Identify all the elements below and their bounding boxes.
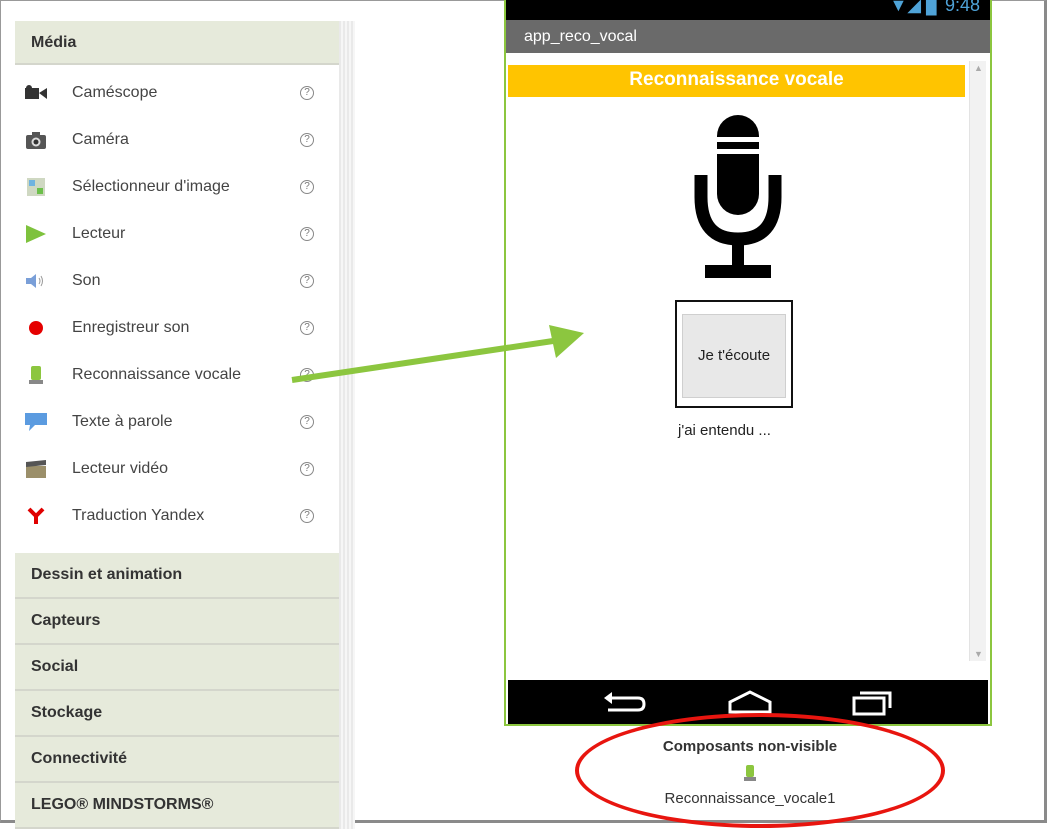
screen-title-label[interactable]: Reconnaissance vocale xyxy=(508,65,965,97)
item-label: Enregistreur son xyxy=(72,318,190,336)
help-icon[interactable]: ? xyxy=(300,320,314,335)
speech-bubble-icon xyxy=(24,410,48,434)
category-drawing-animation[interactable]: Dessin et animation xyxy=(15,553,339,599)
item-label: Traduction Yandex xyxy=(72,506,205,524)
home-icon xyxy=(728,690,772,714)
image-picker-icon xyxy=(24,175,48,199)
camcorder-icon xyxy=(24,81,48,105)
item-label: Texte à parole xyxy=(72,412,173,430)
item-label: Lecteur vidéo xyxy=(72,459,169,477)
category-connectivity[interactable]: Connectivité xyxy=(15,737,339,783)
help-icon[interactable]: ? xyxy=(300,508,314,523)
category-social[interactable]: Social xyxy=(15,645,339,691)
item-label: Caméscope xyxy=(72,83,158,101)
palette-item-sound-recorder[interactable]: Enregistreur son ? xyxy=(15,304,339,351)
palette-splitter[interactable] xyxy=(339,21,355,829)
app-title-bar: app_reco_vocal xyxy=(506,20,990,53)
record-icon xyxy=(24,316,48,340)
palette-item-player[interactable]: Lecteur ? xyxy=(15,210,339,257)
category-sensors[interactable]: Capteurs xyxy=(15,599,339,645)
help-icon[interactable]: ? xyxy=(300,179,314,194)
category-media[interactable]: Média xyxy=(15,21,339,65)
clapperboard-icon xyxy=(24,457,48,481)
listen-button[interactable]: Je t'écoute xyxy=(682,314,786,398)
speech-recognizer-icon xyxy=(24,363,48,387)
help-icon[interactable]: ? xyxy=(300,226,314,241)
palette-item-sound[interactable]: Son ? xyxy=(15,257,339,304)
speaker-icon xyxy=(24,269,48,293)
phone-preview: ▼◢ ▊ 9:48 app_reco_vocal Reconnaissance … xyxy=(504,0,992,726)
back-icon xyxy=(604,692,646,712)
item-label: Sélectionneur d'image xyxy=(72,177,230,195)
help-icon[interactable]: ? xyxy=(300,273,314,288)
microphone-image[interactable] xyxy=(693,115,783,285)
help-icon[interactable]: ? xyxy=(300,461,314,476)
result-label[interactable]: j'ai entendu ... xyxy=(678,422,771,439)
camera-icon xyxy=(24,128,48,152)
media-items: Caméscope ? Caméra ? Sélectionneur d'ima… xyxy=(15,65,339,553)
recent-apps-icon xyxy=(852,691,892,716)
palette-item-camcorder[interactable]: Caméscope ? xyxy=(15,69,339,116)
help-icon[interactable]: ? xyxy=(300,367,314,382)
item-label: Caméra xyxy=(72,130,129,148)
palette-item-camera[interactable]: Caméra ? xyxy=(15,116,339,163)
phone-screen: Reconnaissance vocale ▲ ▼ Je t'écoute j'… xyxy=(506,53,990,679)
screen-scrollbar[interactable]: ▲ ▼ xyxy=(969,61,986,661)
item-label: Son xyxy=(72,271,101,289)
component-palette: Média Caméscope ? Caméra ? Sélectionneur… xyxy=(15,21,339,829)
help-icon[interactable]: ? xyxy=(300,132,314,147)
play-icon xyxy=(24,222,48,246)
category-storage[interactable]: Stockage xyxy=(15,691,339,737)
category-lego-mindstorms[interactable]: LEGO® MINDSTORMS® xyxy=(15,783,339,829)
status-bar: ▼◢ ▊ 9:48 xyxy=(506,0,990,20)
palette-item-speech-recognizer[interactable]: Reconnaissance vocale ? xyxy=(15,351,339,398)
palette-item-image-picker[interactable]: Sélectionneur d'image ? xyxy=(15,163,339,210)
palette-item-text-to-speech[interactable]: Texte à parole ? xyxy=(15,398,339,445)
item-label: Lecteur xyxy=(72,224,126,242)
help-icon[interactable]: ? xyxy=(300,85,314,100)
scroll-down-icon[interactable]: ▼ xyxy=(974,649,983,659)
annotation-red-ellipse xyxy=(575,713,945,828)
item-label: Reconnaissance vocale xyxy=(72,365,241,383)
scroll-up-icon[interactable]: ▲ xyxy=(974,63,983,73)
help-icon[interactable]: ? xyxy=(300,414,314,429)
listen-button-frame[interactable]: Je t'écoute xyxy=(675,300,793,408)
yandex-icon xyxy=(24,504,48,528)
palette-item-video-player[interactable]: Lecteur vidéo ? xyxy=(15,445,339,492)
palette-item-yandex[interactable]: Traduction Yandex ? xyxy=(15,492,339,539)
